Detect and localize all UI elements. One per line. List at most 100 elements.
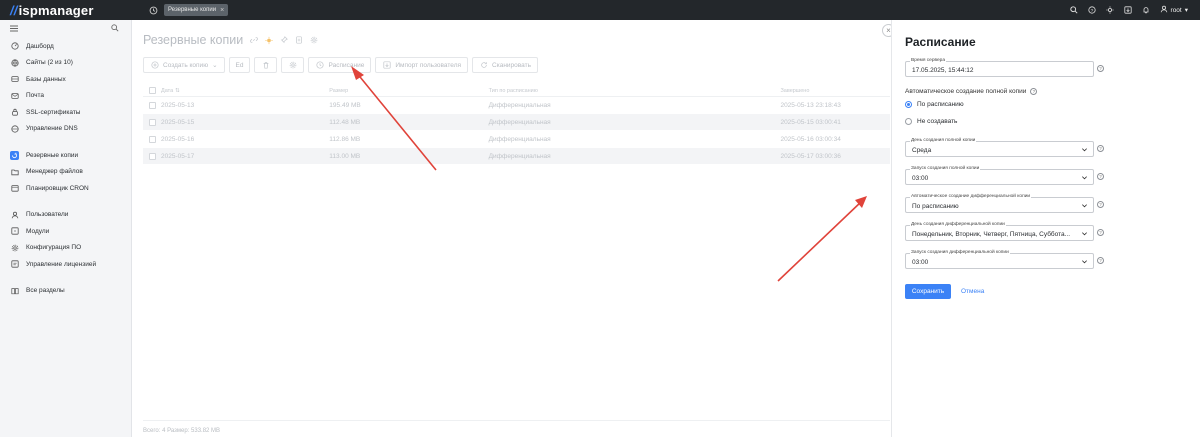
sidebar-item-cron[interactable]: Планировщик CRON bbox=[0, 180, 131, 197]
chevron-down-icon bbox=[1081, 174, 1088, 181]
header-type[interactable]: Тип по расписанию bbox=[489, 88, 781, 94]
folder-icon bbox=[10, 167, 19, 176]
bell-icon[interactable] bbox=[1142, 6, 1151, 15]
globe-icon bbox=[10, 58, 19, 67]
logo[interactable]: // ispmanager bbox=[0, 0, 143, 20]
backup-settings-button[interactable] bbox=[281, 57, 305, 73]
import-user-button[interactable]: Импорт пользователя bbox=[375, 57, 469, 73]
radio-button[interactable] bbox=[905, 118, 912, 125]
license-icon bbox=[10, 260, 19, 269]
row-checkbox[interactable] bbox=[149, 135, 156, 143]
help-icon[interactable]: ? bbox=[1097, 173, 1104, 180]
settings-icon[interactable] bbox=[310, 36, 318, 44]
menu-icon[interactable] bbox=[10, 25, 18, 34]
save-button[interactable]: Сохранить bbox=[905, 284, 951, 299]
sidebar-item-modules[interactable]: Модули bbox=[0, 223, 131, 240]
history-icon[interactable] bbox=[148, 5, 158, 15]
sidebar-item-sites[interactable]: Сайты (2 из 10) bbox=[0, 55, 131, 72]
header-done[interactable]: Завершено bbox=[780, 88, 890, 94]
dns-icon bbox=[10, 124, 19, 133]
header-size[interactable]: Размер bbox=[329, 88, 488, 94]
trash-icon bbox=[261, 61, 270, 70]
full-day-select[interactable]: День создания полной копии Среда bbox=[905, 138, 1094, 157]
modules-icon bbox=[10, 227, 19, 236]
sidebar-item-all-sections[interactable]: Все разделы bbox=[0, 283, 131, 300]
user-icon bbox=[1160, 5, 1168, 15]
help-icon[interactable]: ? bbox=[1097, 257, 1104, 264]
row-checkbox[interactable] bbox=[149, 152, 156, 160]
edit-button[interactable]: Ed bbox=[228, 57, 251, 73]
help-icon[interactable]: ? bbox=[1030, 88, 1038, 95]
table-row[interactable]: 2025-05-16 112.86 MB Дифференциальная 20… bbox=[143, 131, 890, 148]
schedule-button[interactable]: Расписание bbox=[308, 57, 372, 73]
book-icon bbox=[10, 286, 19, 295]
row-checkbox[interactable] bbox=[149, 101, 156, 109]
table-row[interactable]: 2025-05-17 113.00 MB Дифференциальная 20… bbox=[143, 148, 890, 165]
full-time-select[interactable]: Запуск создания полной копии 03:00 bbox=[905, 166, 1094, 185]
sidebar-item-dns[interactable]: Управление DNS bbox=[0, 121, 131, 138]
radio-button-checked[interactable] bbox=[905, 101, 912, 108]
sort-icon: ⇅ bbox=[175, 87, 180, 94]
table-header: Дата ⇅ Размер Тип по расписанию Завершено bbox=[143, 85, 890, 97]
chevron-down-icon: ⌄ bbox=[212, 62, 218, 69]
user-menu[interactable]: root ▾ bbox=[1160, 5, 1188, 15]
scan-button[interactable]: Сканировать bbox=[472, 57, 538, 73]
create-backup-button[interactable]: Создать копию ⌄ bbox=[143, 57, 225, 73]
user-icon bbox=[10, 210, 19, 219]
refresh-icon bbox=[479, 61, 488, 70]
sidebar: Дашборд Сайты (2 из 10) Базы данных Почт… bbox=[0, 20, 132, 437]
sidebar-item-users[interactable]: Пользователи bbox=[0, 207, 131, 224]
header-date[interactable]: Дата ⇅ bbox=[161, 88, 329, 94]
diff-time-select[interactable]: Запуск создания дифференциальной копии 0… bbox=[905, 250, 1094, 269]
radio-full-schedule[interactable]: По расписанию bbox=[905, 101, 964, 108]
help-icon[interactable]: ? bbox=[1097, 229, 1104, 236]
theme-icon[interactable] bbox=[1106, 6, 1115, 15]
toolbar: Создать копию ⌄ Ed Расписание Импорт пол… bbox=[143, 57, 538, 73]
auto-diff-select[interactable]: Автоматическое создание дифференциальной… bbox=[905, 194, 1094, 213]
svg-text:?: ? bbox=[1091, 8, 1094, 14]
sidebar-item-databases[interactable]: Базы данных bbox=[0, 71, 131, 88]
sidebar-item-license[interactable]: Управление лицензией bbox=[0, 256, 131, 273]
sidebar-item-dashboard[interactable]: Дашборд bbox=[0, 38, 131, 55]
help-icon[interactable]: ? bbox=[1097, 145, 1104, 152]
select-all-checkbox[interactable] bbox=[149, 87, 156, 94]
help-icon[interactable]: ? bbox=[1097, 65, 1104, 72]
chevron-down-icon bbox=[1081, 202, 1088, 209]
sidebar-item-file-manager[interactable]: Менеджер файлов bbox=[0, 164, 131, 181]
calendar-icon bbox=[10, 184, 19, 193]
server-time-field[interactable]: Время сервера 17.05.2025, 15:44:12 bbox=[905, 58, 1094, 77]
plus-circle-icon bbox=[150, 61, 159, 70]
chevron-down-icon bbox=[1081, 258, 1088, 265]
sidebar-item-software-config[interactable]: Конфигурация ПО bbox=[0, 240, 131, 257]
table-row[interactable]: 2025-05-15 112.48 MB Дифференциальная 20… bbox=[143, 114, 890, 131]
cancel-button[interactable]: Отмена bbox=[961, 288, 984, 295]
page-title: Резервные копии bbox=[143, 33, 318, 47]
sidebar-search-icon[interactable] bbox=[111, 24, 119, 34]
row-checkbox[interactable] bbox=[149, 118, 156, 126]
close-tab-icon[interactable]: × bbox=[220, 7, 224, 14]
chevron-down-icon bbox=[1081, 230, 1088, 237]
link-icon[interactable] bbox=[250, 36, 259, 44]
chevron-down-icon: ▾ bbox=[1184, 7, 1188, 14]
mail-icon bbox=[10, 91, 19, 100]
user-name: root bbox=[1170, 6, 1182, 14]
update-icon[interactable] bbox=[1124, 6, 1133, 15]
delete-button[interactable] bbox=[254, 57, 278, 73]
sidebar-item-backups[interactable]: Резервные копии bbox=[0, 147, 131, 164]
pin-icon[interactable] bbox=[280, 36, 289, 44]
help-icon[interactable]: ? bbox=[1088, 6, 1097, 15]
sidebar-item-ssl[interactable]: SSL-сертификаты bbox=[0, 104, 131, 121]
sun-icon[interactable] bbox=[265, 36, 273, 44]
clock-icon bbox=[315, 61, 324, 70]
radio-full-none[interactable]: Не создавать bbox=[905, 118, 957, 125]
sidebar-item-mail[interactable]: Почта bbox=[0, 88, 131, 105]
chevron-down-icon bbox=[1081, 146, 1088, 153]
table-row[interactable]: 2025-05-13 195.49 MB Дифференциальная 20… bbox=[143, 97, 890, 114]
search-icon[interactable] bbox=[1070, 6, 1079, 15]
tab-backups[interactable]: Резервные копии × bbox=[164, 4, 229, 16]
diff-day-select[interactable]: День создания дифференциальной копии Пон… bbox=[905, 222, 1094, 241]
help-icon[interactable]: ? bbox=[1097, 201, 1104, 208]
gear-icon bbox=[10, 243, 19, 252]
backups-table: Дата ⇅ Размер Тип по расписанию Завершено… bbox=[143, 85, 890, 165]
docs-icon[interactable] bbox=[295, 36, 303, 44]
